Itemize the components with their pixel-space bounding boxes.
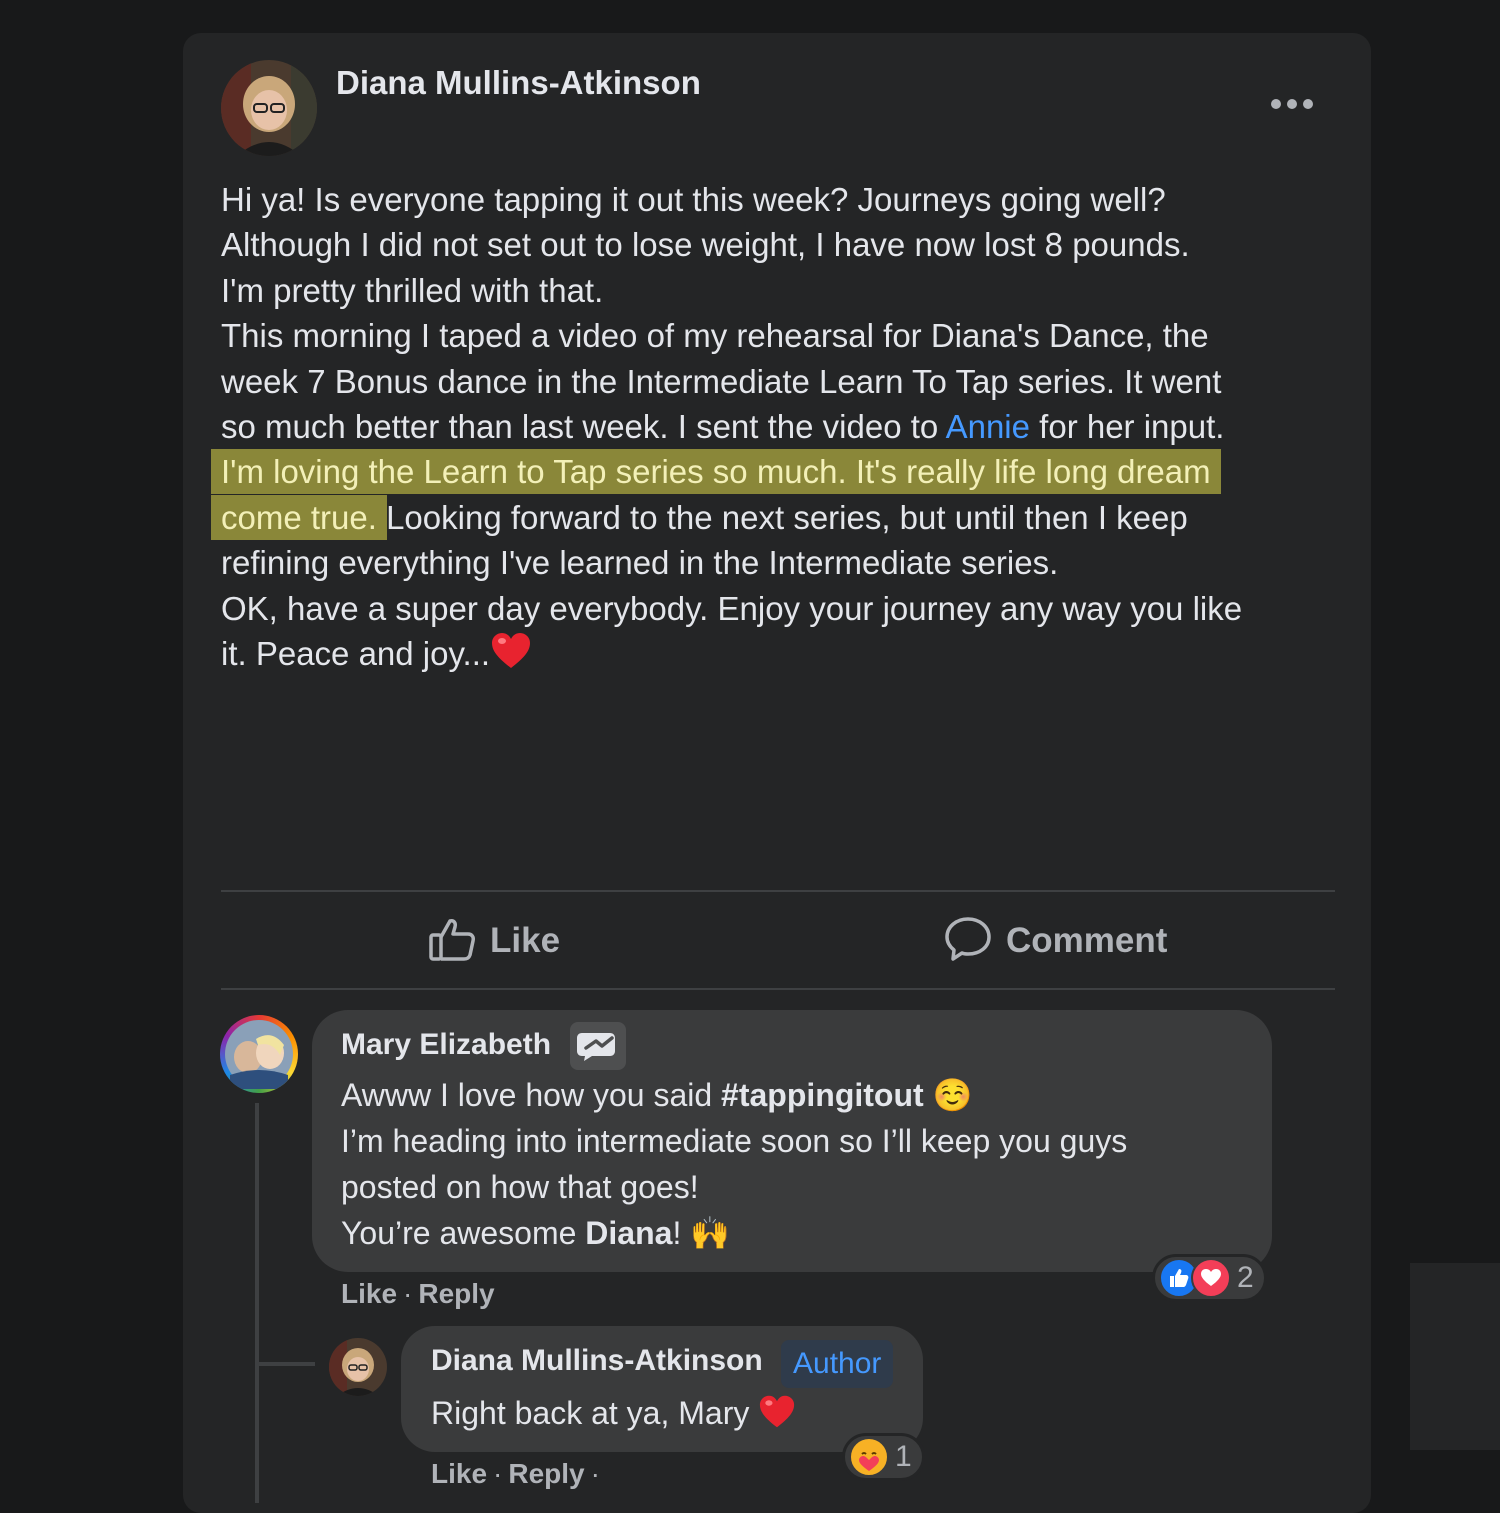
comment-line: I’m heading into intermediate soon so I’…	[341, 1123, 1128, 1159]
reaction-summary[interactable]: 2	[1152, 1254, 1267, 1302]
post-line: OK, have a super day everybody. Enjoy yo…	[221, 589, 1243, 627]
separator: ·	[403, 1278, 413, 1309]
post-line: refining everything I've learned in the …	[221, 544, 1059, 582]
reply-text-span: Right back at ya, Mary	[431, 1395, 750, 1431]
raised-hands-emoji: 🙌	[690, 1215, 731, 1251]
comment-text-span: You’re awesome	[341, 1215, 586, 1251]
mention-link[interactable]: Diana	[585, 1215, 672, 1251]
thread-line	[255, 1362, 315, 1366]
reply-actions: Like · Reply ·	[431, 1458, 606, 1490]
post-line: it. Peace and joy...	[221, 631, 1346, 682]
reaction-count: 1	[895, 1440, 912, 1473]
hashtag-link[interactable]: #tappingitout	[721, 1077, 924, 1113]
smile-emoji: ☺️	[932, 1077, 973, 1113]
separator: ·	[590, 1458, 600, 1489]
comment-like-button[interactable]: Like	[341, 1278, 397, 1309]
reply-line: Right back at ya, Mary	[431, 1390, 796, 1442]
comment-label: Comment	[1006, 921, 1168, 960]
more-options-icon[interactable]	[1268, 86, 1316, 122]
highlighted-text: I'm loving the Learn to Tap series so mu…	[211, 449, 1221, 495]
comment-line: Awww I love how you said #tappingitout ☺…	[341, 1072, 1127, 1118]
reply-reaction-summary[interactable]: 1	[842, 1433, 925, 1481]
thread-line	[255, 1103, 259, 1503]
comment-line: posted on how that goes!	[341, 1169, 699, 1205]
separator: ·	[493, 1458, 503, 1489]
divider	[221, 890, 1335, 892]
reply-author[interactable]: Diana Mullins-Atkinson	[431, 1344, 763, 1378]
comment-actions: Like · Reply	[341, 1278, 495, 1310]
post-line: This morning I taped a video of my rehea…	[221, 317, 1209, 355]
like-button[interactable]: Like	[428, 912, 560, 970]
reply-author-avatar[interactable]	[329, 1338, 387, 1396]
post-line: Although I did not set out to lose weigh…	[221, 226, 1190, 264]
comment-line: You’re awesome Diana! 🙌	[341, 1210, 1127, 1256]
comment-button[interactable]: Comment	[944, 912, 1167, 970]
thumbs-up-icon	[428, 916, 476, 967]
comment-text-span: !	[672, 1215, 682, 1251]
divider	[221, 988, 1335, 990]
reply-like-button[interactable]: Like	[431, 1458, 487, 1489]
like-label: Like	[490, 921, 561, 960]
post-text: so much better than last week. I sent th…	[221, 408, 946, 446]
love-reaction-icon	[1191, 1258, 1231, 1298]
post-text: it. Peace and joy...	[221, 635, 491, 673]
conversation-starter-badge-icon[interactable]	[570, 1022, 626, 1070]
commenter-avatar[interactable]	[220, 1015, 298, 1093]
heart-icon	[490, 631, 532, 682]
reaction-count: 2	[1237, 1261, 1254, 1294]
comment-icon	[944, 916, 992, 967]
reply-text: Right back at ya, Mary	[431, 1390, 796, 1442]
author-badge: Author	[781, 1340, 894, 1388]
care-reaction-icon	[849, 1437, 889, 1477]
post-text: for her input.	[1030, 408, 1225, 446]
comment-author[interactable]: Mary Elizabeth	[341, 1028, 551, 1062]
reply-reply-button[interactable]: Reply	[508, 1458, 584, 1489]
mention-link[interactable]: Annie	[946, 408, 1030, 445]
post-text: Looking forward to the next series, but …	[376, 498, 1188, 536]
heart-icon	[758, 1394, 796, 1442]
post-line: week 7 Bonus dance in the Intermediate L…	[221, 362, 1222, 400]
highlighted-text: come true.	[211, 494, 387, 540]
post-author-name[interactable]: Diana Mullins-Atkinson	[336, 64, 701, 102]
comment-reply-button[interactable]: Reply	[418, 1278, 494, 1309]
comment-text: Awww I love how you said #tappingitout ☺…	[341, 1072, 1127, 1256]
post-line: Hi ya! Is everyone tapping it out this w…	[221, 181, 1166, 218]
post-author-avatar[interactable]	[221, 60, 317, 156]
post-line: I'm pretty thrilled with that.	[221, 271, 604, 309]
background-panel	[1410, 1263, 1500, 1450]
post-line: come true. Looking forward to the next s…	[211, 494, 1346, 540]
post-line: so much better than last week. I sent th…	[221, 404, 1346, 449]
post-line: I'm loving the Learn to Tap series so mu…	[211, 449, 1346, 495]
post-body: Hi ya! Is everyone tapping it out this w…	[211, 177, 1346, 682]
comment-text-span: Awww I love how you said	[341, 1077, 722, 1113]
